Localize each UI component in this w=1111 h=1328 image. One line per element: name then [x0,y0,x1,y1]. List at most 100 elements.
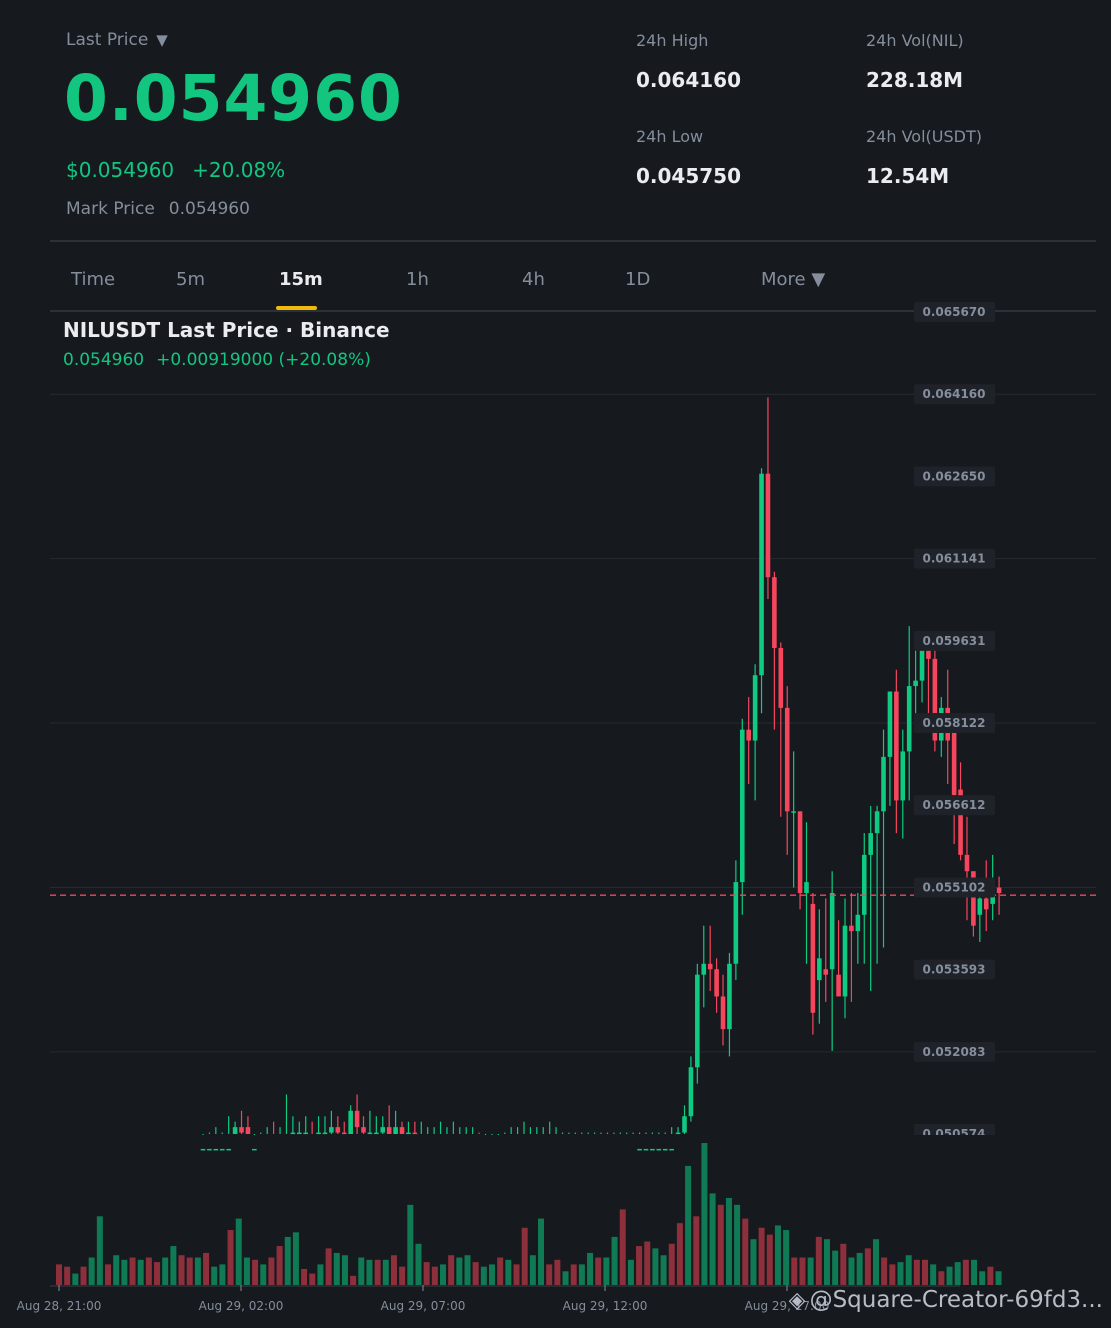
usd-price-row: $0.054960 +20.08% [66,158,285,182]
ticker-header: Last Price ▼ 0.054960 $0.054960 +20.08% Ma… [0,0,1111,242]
volume-bar [178,1255,185,1285]
tab-1d[interactable]: 1D [625,269,650,290]
tab-15m[interactable]: 15m [279,269,323,290]
candle-body [669,1148,674,1151]
stat-value: 228.18M [866,68,964,92]
volume-bar [660,1255,667,1285]
volume-bar [636,1246,643,1285]
volume-bar [350,1275,357,1285]
volume-bar [897,1262,904,1285]
stat-24h-high: 24h High 0.064160 [636,31,741,92]
volume-bar [431,1266,438,1285]
time-tick-label: Aug 29, 07:00 [381,1299,466,1313]
candle-body [393,1127,398,1134]
candle-body [207,1148,212,1151]
candle-body [868,833,873,855]
candle-body [239,1127,244,1133]
volume-bar [382,1259,389,1285]
candle-body [374,1132,379,1135]
candle-body [913,680,918,687]
volume-bar [676,1223,683,1285]
volume-bar [587,1252,594,1285]
volume-bar [374,1259,381,1285]
stat-24h-low: 24h Low 0.045750 [636,127,741,188]
candle-body [861,854,867,915]
candle-body [682,1116,687,1133]
tab-more[interactable]: More ▼ [761,269,825,290]
volume-bar [987,1266,994,1285]
candle-body [759,473,764,676]
candle-body [406,1132,411,1135]
binance-logo-icon: ◈ [788,1288,806,1313]
volume-bar [832,1250,839,1285]
volume-bar [807,1257,814,1285]
volume-bar [995,1271,1002,1285]
caret-down-icon[interactable]: ▼ [156,31,168,49]
volume-bar [538,1218,545,1285]
price-tick-label: 0.056612 [922,798,985,812]
volume-bar [268,1257,275,1285]
volume-bar [170,1246,177,1285]
candle-body [341,1132,347,1135]
price-tick-label: 0.058122 [922,716,985,730]
volume-bar [154,1262,161,1285]
pane-separator [0,1135,1111,1147]
volume-bar [562,1271,569,1285]
candle-body [637,1148,642,1151]
stat-value: 0.064160 [636,68,742,92]
volume-bar [284,1236,291,1285]
price-tick-label: 0.055102 [922,880,985,894]
stat-value: 0.045750 [636,164,742,188]
volume-bar [56,1264,62,1285]
volume-bar [219,1264,226,1285]
chart-change: +0.00919000 (+20.08%) [156,350,371,370]
mark-price-row: Mark Price 0.054960 [66,199,250,219]
candle-body [778,647,784,708]
volume-bar [96,1216,103,1285]
candle-body [894,691,899,801]
volume-bar [423,1262,430,1285]
volume-bar [301,1268,308,1285]
volume-bar [64,1266,71,1285]
candle-body [720,996,726,1030]
stat-label: 24h Low [636,127,704,146]
volume-bar [881,1257,888,1285]
time-tick-label: Aug 28, 21:00 [17,1299,102,1313]
volume-bar [554,1259,561,1285]
last-price-label[interactable]: Last Price ▼ [66,30,168,50]
candle-body [361,1127,366,1133]
volume-bar [864,1248,871,1285]
volume-bar [243,1257,250,1285]
candle-body [810,903,816,1013]
candle-body [733,882,739,964]
volume-bar [668,1243,675,1285]
volume-bar [456,1257,463,1285]
volume-bar [145,1257,152,1285]
candle-body [656,1148,662,1151]
candle-body [412,1132,418,1135]
candlestick-chart[interactable]: 0.065670 0.064160 0.062650 0.061141 0.059631… [0,300,1111,1328]
volume-bar [390,1255,397,1285]
volume-bar [227,1230,234,1285]
candle-body [739,729,745,883]
tab-1h[interactable]: 1h [406,269,429,290]
volume-bar [922,1259,929,1285]
tab-time[interactable]: Time [71,269,115,290]
volume-bar [652,1248,659,1285]
price-tick-label: 0.065670 [922,305,985,319]
volume-bar [317,1264,324,1285]
candle-body [977,898,983,915]
tab-4h[interactable]: 4h [522,269,545,290]
volume-bar [627,1259,634,1285]
candle-body [200,1148,206,1151]
tab-5m[interactable]: 5m [176,269,205,290]
time-tick-label: Aug 29, 02:00 [199,1299,284,1313]
candle-body [675,1132,681,1135]
candle-body [996,887,1002,893]
volume-bar [80,1266,87,1285]
volume-bar [856,1252,863,1285]
volume-bar [954,1262,961,1285]
candle-body [707,963,713,970]
candle-body [804,882,809,893]
volume-bar [407,1204,414,1285]
